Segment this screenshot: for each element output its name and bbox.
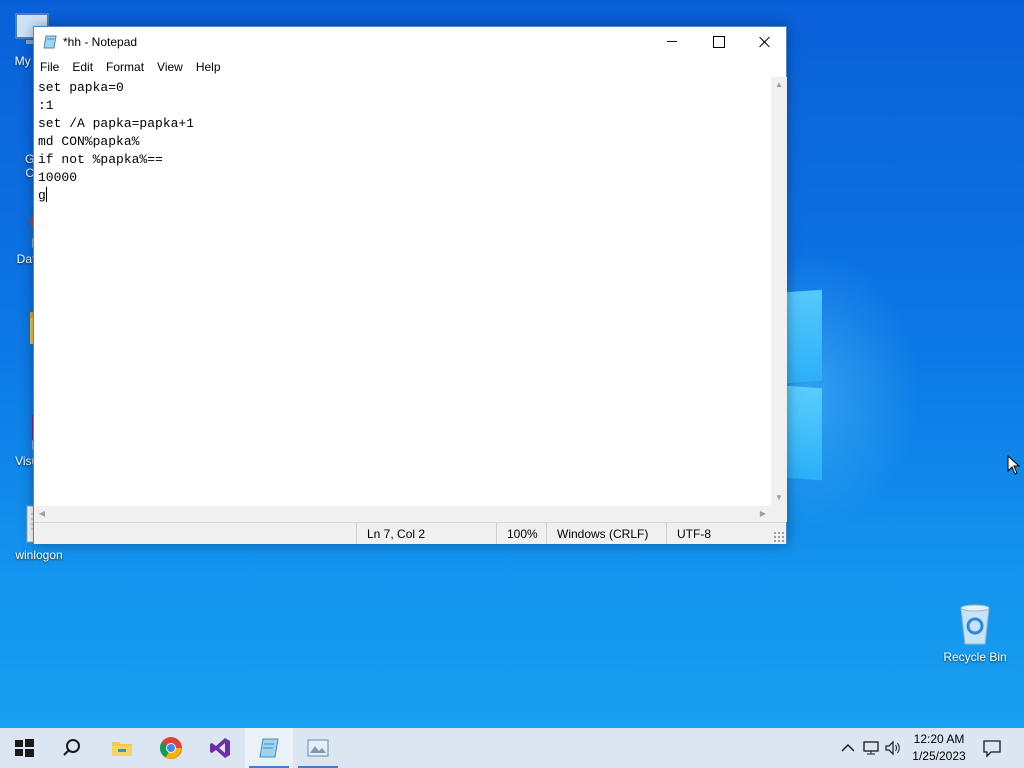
- editor-line: md CON%papka%: [38, 134, 140, 149]
- clock-time: 12:20 AM: [913, 732, 965, 746]
- status-bar: Ln 7, Col 2 100% Windows (CRLF) UTF-8: [34, 522, 786, 544]
- desktop-icon-recycle-bin[interactable]: Recycle Bin: [937, 602, 1013, 664]
- taskbar-visual-studio[interactable]: [196, 728, 244, 768]
- start-windows-icon: [15, 739, 34, 757]
- wallpaper-logo-pane: [786, 385, 822, 481]
- close-button[interactable]: [741, 27, 787, 57]
- image-viewer-icon: [307, 739, 329, 757]
- status-cursor-position: Ln 7, Col 2: [356, 523, 496, 544]
- notepad-icon: [259, 738, 279, 758]
- search-icon: [63, 739, 80, 756]
- menu-file[interactable]: File: [34, 57, 66, 77]
- editor-line: if not %papka%==: [38, 152, 163, 167]
- clock-date: 1/25/2023: [912, 749, 966, 763]
- scrollbar-corner: [771, 506, 787, 522]
- taskbar-file-explorer[interactable]: [98, 728, 146, 768]
- menu-help[interactable]: Help: [190, 57, 228, 77]
- file-explorer-icon: [112, 742, 132, 756]
- notifications-icon[interactable]: [982, 738, 1002, 758]
- status-zoom: 100%: [496, 523, 546, 544]
- menu-edit[interactable]: Edit: [66, 57, 100, 77]
- desktop-icon-label: Recycle Bin: [943, 650, 1007, 664]
- taskbar-chrome[interactable]: [147, 728, 195, 768]
- scroll-left-arrow-icon[interactable]: ◀: [34, 506, 50, 522]
- taskbar: 12:20 AM 1/25/2023: [0, 728, 1024, 768]
- minimize-button[interactable]: [649, 27, 695, 57]
- resize-grip-icon[interactable]: [773, 531, 785, 543]
- editor-line: g: [38, 188, 46, 203]
- search-button[interactable]: [48, 728, 96, 768]
- chevron-up-icon[interactable]: [838, 738, 858, 758]
- menu-bar: File Edit Format View Help: [34, 57, 786, 77]
- editor-line: set /A papka=papka+1: [38, 116, 195, 131]
- editor-line: 10000: [38, 170, 78, 185]
- start-button[interactable]: [0, 728, 48, 768]
- scroll-right-arrow-icon[interactable]: ▶: [755, 506, 771, 522]
- horizontal-scrollbar[interactable]: ◀ ▶: [34, 506, 771, 522]
- taskbar-image-viewer[interactable]: [294, 728, 342, 768]
- title-bar[interactable]: *hh - Notepad: [34, 27, 786, 57]
- window-title: *hh - Notepad: [63, 35, 138, 49]
- taskbar-notepad[interactable]: [245, 728, 293, 768]
- recycle-bin-icon: [960, 604, 990, 645]
- network-icon[interactable]: [861, 738, 881, 758]
- mouse-cursor-icon: [1007, 455, 1021, 475]
- scroll-up-arrow-icon[interactable]: ▲: [771, 77, 787, 93]
- notepad-window[interactable]: *hh - Notepad File Edit Format View Help…: [33, 26, 787, 544]
- desktop-icon-label: winlogon: [15, 548, 63, 562]
- menu-view[interactable]: View: [151, 57, 190, 77]
- text-editor[interactable]: set papka=0 :1 set /A papka=papka+1 md CON%…: [34, 77, 771, 506]
- text-caret: [45, 187, 47, 202]
- visual-studio-icon: [210, 738, 230, 758]
- status-encoding: UTF-8: [666, 523, 766, 544]
- maximize-button[interactable]: [695, 27, 741, 57]
- chrome-icon: [160, 737, 182, 759]
- system-clock[interactable]: 12:20 AM 1/25/2023: [900, 731, 978, 765]
- notepad-app-icon: [43, 35, 57, 49]
- editor-line: :1: [38, 98, 54, 113]
- menu-format[interactable]: Format: [100, 57, 151, 77]
- status-line-endings: Windows (CRLF): [546, 523, 666, 544]
- scroll-down-arrow-icon[interactable]: ▼: [771, 490, 787, 506]
- wallpaper-logo-pane: [786, 289, 822, 384]
- editor-line: set papka=0: [38, 80, 124, 95]
- vertical-scrollbar[interactable]: ▲ ▼: [771, 77, 787, 506]
